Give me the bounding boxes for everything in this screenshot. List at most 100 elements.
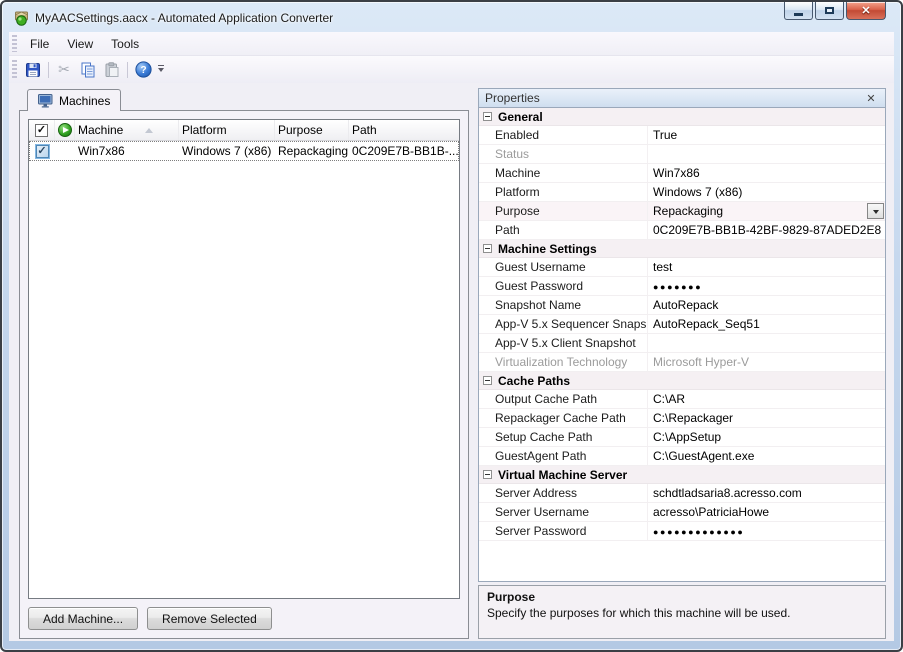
column-header-platform-label: Platform	[182, 123, 227, 137]
property-row-guest-password[interactable]: Guest Password ●●●●●●●	[479, 277, 885, 296]
property-label: Guest Password	[479, 277, 647, 295]
property-value[interactable]: C:\AR	[647, 390, 885, 408]
property-grid: General Enabled True Status Machine Win7…	[478, 108, 886, 582]
paste-button[interactable]	[100, 59, 124, 81]
toolbar: ✂	[9, 56, 894, 83]
category-general: General	[479, 108, 885, 126]
menu-tools[interactable]: Tools	[102, 34, 148, 54]
property-value[interactable]: AutoRepack	[647, 296, 885, 314]
cut-icon: ✂	[58, 61, 70, 78]
property-row-enabled[interactable]: Enabled True	[479, 126, 885, 145]
property-label: App-V 5.x Client Snapshot	[479, 334, 647, 352]
property-value[interactable]: C:\Repackager	[647, 409, 885, 427]
help-button[interactable]: ?	[131, 59, 155, 81]
property-value[interactable]: C:\GuestAgent.exe	[647, 447, 885, 465]
property-row-virtualization-technology: Virtualization Technology Microsoft Hype…	[479, 353, 885, 372]
property-value[interactable]: Win7x86	[647, 164, 885, 182]
column-header-machine-label: Machine	[78, 123, 123, 137]
maximize-button[interactable]	[815, 2, 844, 20]
property-row-purpose[interactable]: Purpose Repackaging	[479, 202, 885, 221]
property-value[interactable]	[647, 334, 885, 352]
property-row-setup-cache-path[interactable]: Setup Cache Path C:\AppSetup	[479, 428, 885, 447]
category-label: Virtual Machine Server	[498, 468, 627, 482]
property-row-platform[interactable]: Platform Windows 7 (x86)	[479, 183, 885, 202]
property-row-server-address[interactable]: Server Address schdtladsaria8.acresso.co…	[479, 484, 885, 503]
save-icon	[25, 62, 41, 78]
property-row-appv-client-snapshot[interactable]: App-V 5.x Client Snapshot	[479, 334, 885, 353]
property-row-server-username[interactable]: Server Username acresso\PatriciaHowe	[479, 503, 885, 522]
svg-text:?: ?	[140, 65, 146, 76]
property-value[interactable]: schdtladsaria8.acresso.com	[647, 484, 885, 502]
property-label: Output Cache Path	[479, 390, 647, 408]
menu-file[interactable]: File	[21, 34, 58, 54]
copy-icon	[80, 62, 96, 78]
property-value[interactable]: acresso\PatriciaHowe	[647, 503, 885, 521]
collapse-icon[interactable]	[483, 112, 492, 121]
paste-icon	[104, 62, 120, 78]
property-label: Server Address	[479, 484, 647, 502]
property-label: Setup Cache Path	[479, 428, 647, 446]
property-row-server-password[interactable]: Server Password ●●●●●●●●●●●●●	[479, 522, 885, 541]
property-value[interactable]: test	[647, 258, 885, 276]
panel-splitter[interactable]	[469, 88, 478, 639]
description-text: Specify the purposes for which this mach…	[487, 606, 877, 620]
machine-row-win7x86[interactable]: ✓ Win7x86 Windows 7 (x86) Repackaging 0C…	[29, 141, 459, 161]
copy-button[interactable]	[76, 59, 100, 81]
app-icon	[13, 10, 30, 27]
row-checkbox[interactable]: ✓	[36, 145, 49, 158]
window-controls: ✕	[782, 2, 886, 20]
menu-grip	[12, 35, 17, 51]
property-label: Status	[479, 145, 647, 163]
toolbar-overflow-button[interactable]	[155, 59, 167, 81]
title-bar[interactable]: MyAACSettings.aacx - Automated Applicati…	[9, 2, 894, 32]
property-value[interactable]: ●●●●●●●●●●●●●	[647, 522, 885, 540]
property-value: Microsoft Hyper-V	[647, 353, 885, 371]
toolbar-overflow-icon	[158, 65, 164, 66]
column-header-path[interactable]: Path	[349, 120, 459, 140]
save-button[interactable]	[21, 59, 45, 81]
property-description: Purpose Specify the purposes for which t…	[478, 585, 886, 639]
cut-button[interactable]: ✂	[52, 59, 76, 81]
add-machine-button[interactable]: Add Machine...	[28, 607, 138, 630]
column-header-platform[interactable]: Platform	[179, 120, 275, 140]
collapse-icon[interactable]	[483, 376, 492, 385]
property-row-snapshot-name[interactable]: Snapshot Name AutoRepack	[479, 296, 885, 315]
category-label: Cache Paths	[498, 374, 570, 388]
minimize-button[interactable]	[784, 2, 813, 20]
toolbar-separator	[48, 62, 49, 78]
property-value[interactable]: Repackaging	[647, 202, 885, 220]
cell-purpose: Repackaging	[275, 141, 349, 161]
property-row-repackager-cache-path[interactable]: Repackager Cache Path C:\Repackager	[479, 409, 885, 428]
property-value[interactable]: C:\AppSetup	[647, 428, 885, 446]
property-row-output-cache-path[interactable]: Output Cache Path C:\AR	[479, 390, 885, 409]
category-machine-settings: Machine Settings	[479, 240, 885, 258]
select-all-column[interactable]: ✓	[29, 120, 55, 140]
select-all-checkbox[interactable]: ✓	[35, 124, 48, 137]
menu-view[interactable]: View	[58, 34, 102, 54]
properties-close-icon[interactable]: ✕	[863, 92, 879, 105]
property-row-appv-sequencer-snapshot[interactable]: App-V 5.x Sequencer Snapshot AutoRepack_…	[479, 315, 885, 334]
property-row-guest-username[interactable]: Guest Username test	[479, 258, 885, 277]
property-row-guestagent-path[interactable]: GuestAgent Path C:\GuestAgent.exe	[479, 447, 885, 466]
tab-strip: Machines	[19, 88, 469, 111]
property-value[interactable]: Windows 7 (x86)	[647, 183, 885, 201]
tab-machines[interactable]: Machines	[27, 89, 121, 111]
property-value[interactable]: 0C209E7B-BB1B-42BF-9829-87ADED2E8	[647, 221, 885, 239]
column-header-machine[interactable]: Machine	[75, 120, 179, 140]
property-value[interactable]: True	[647, 126, 885, 144]
column-header-path-label: Path	[352, 123, 377, 137]
property-row-machine[interactable]: Machine Win7x86	[479, 164, 885, 183]
column-header-purpose[interactable]: Purpose	[275, 120, 349, 140]
purpose-dropdown-button[interactable]	[867, 203, 884, 219]
property-row-path[interactable]: Path 0C209E7B-BB1B-42BF-9829-87ADED2E8	[479, 221, 885, 240]
collapse-icon[interactable]	[483, 470, 492, 479]
remove-selected-button[interactable]: Remove Selected	[147, 607, 272, 630]
window-title: MyAACSettings.aacx - Automated Applicati…	[35, 11, 333, 25]
run-status-column[interactable]	[55, 120, 75, 140]
collapse-icon[interactable]	[483, 244, 492, 253]
close-button[interactable]: ✕	[846, 2, 886, 20]
chevron-down-icon	[158, 68, 164, 75]
property-label: Platform	[479, 183, 647, 201]
property-value[interactable]: ●●●●●●●	[647, 277, 885, 295]
property-value[interactable]: AutoRepack_Seq51	[647, 315, 885, 333]
